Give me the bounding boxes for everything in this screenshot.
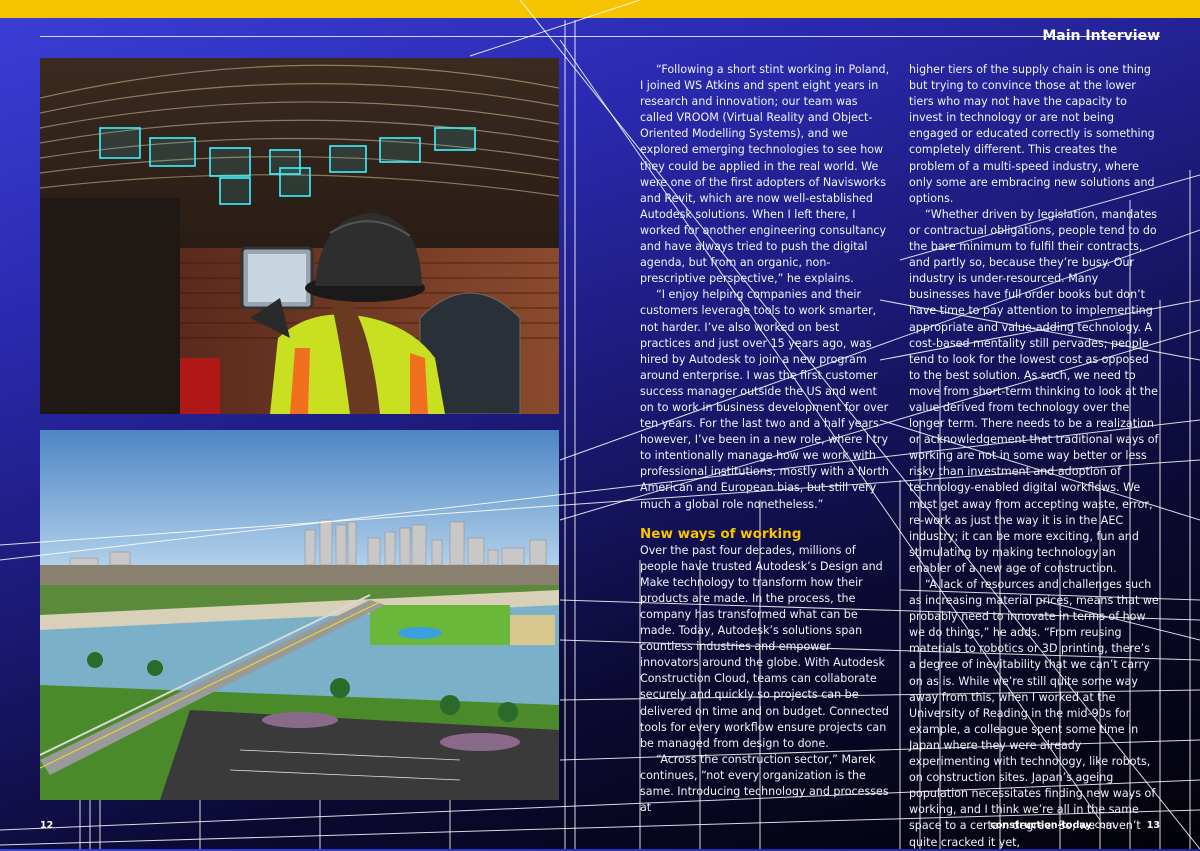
paragraph: higher tiers of the supply chain is one … — [909, 63, 1155, 205]
paragraph: “Following a short stint working in Pola… — [640, 63, 890, 286]
article-column-left: “Following a short stint working in Pola… — [640, 62, 890, 816]
header-rule — [40, 36, 1160, 37]
top-accent-bar — [0, 0, 1200, 18]
paragraph: “A lack of resources and challenges such… — [909, 578, 1159, 849]
paragraph: “I enjoy helping companies and their cus… — [640, 288, 889, 511]
site-name: construction-today — [990, 820, 1092, 831]
site-url[interactable]: construction-today.com — [990, 820, 1115, 831]
article-column-right: higher tiers of the supply chain is one … — [909, 62, 1159, 851]
section-label: Main Interview — [1042, 28, 1160, 44]
paragraph: “Whether driven by legislation, mandates… — [909, 207, 1159, 575]
subheading: New ways of working — [640, 525, 802, 542]
photo-3d-city-model — [40, 430, 559, 800]
paragraph: “Across the construction sector,” Marek … — [640, 752, 889, 815]
site-tld: .com — [1091, 820, 1115, 831]
photo-worker-tablet — [40, 58, 559, 414]
page-number-right: 13 — [1146, 820, 1160, 831]
paragraph: Over the past four decades, millions of … — [640, 543, 889, 750]
page-number-left: 12 — [40, 820, 54, 831]
